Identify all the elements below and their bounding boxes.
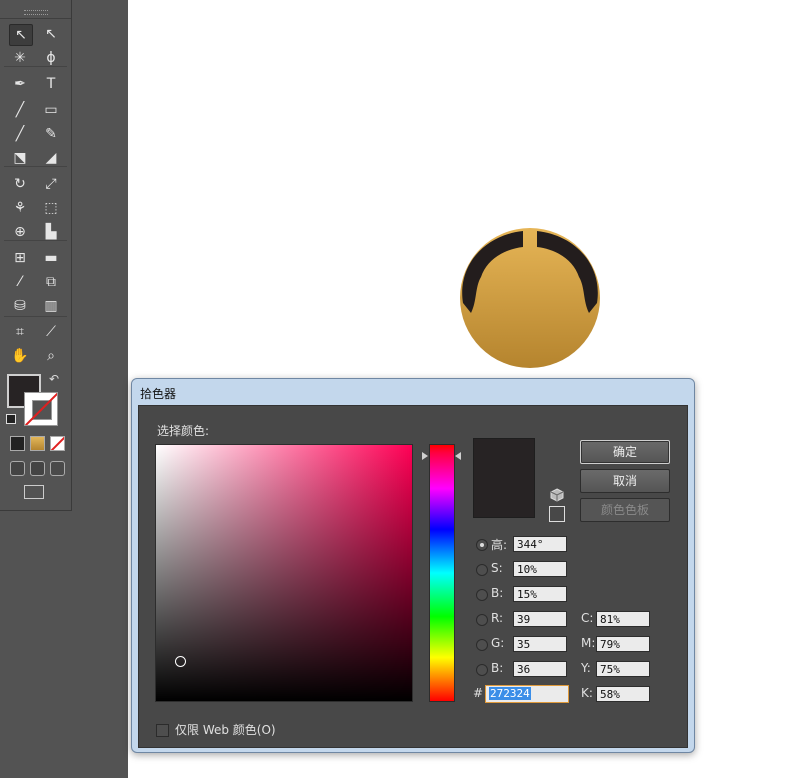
slice-tool[interactable]: ⟋ <box>40 322 62 342</box>
toolbar-separator <box>4 240 67 241</box>
hsb-input-2[interactable]: 15% <box>513 586 567 602</box>
cmyk-input-2[interactable]: 75% <box>596 661 650 677</box>
gradient-tool[interactable]: ▬ <box>40 248 62 268</box>
rgb-input-0[interactable]: 39 <box>513 611 567 627</box>
paintbrush-tool[interactable]: ╱ <box>9 124 31 144</box>
selection-tool[interactable]: ↖ <box>9 24 33 46</box>
rgb-input-1[interactable]: 35 <box>513 636 567 652</box>
pencil-tool[interactable]: ✎ <box>40 124 62 144</box>
hsb-radio-1[interactable] <box>476 564 488 576</box>
color-mode-icon[interactable] <box>10 436 25 451</box>
tools-panel-header[interactable] <box>0 0 71 19</box>
draw-normal-icon[interactable] <box>10 461 25 476</box>
hex-prefix-label: # <box>473 686 484 700</box>
rgb-radio-2[interactable] <box>476 664 488 676</box>
direct-selection-tool[interactable]: ↖ <box>40 24 62 44</box>
hue-slider-left-arrow[interactable] <box>422 452 428 460</box>
pen-tool[interactable]: ✒ <box>9 74 31 94</box>
hex-input[interactable]: 272324 <box>485 685 569 703</box>
hue-slider-right-arrow[interactable] <box>455 452 461 460</box>
web-color-swatch[interactable] <box>549 506 565 522</box>
hsb-label-1: S: <box>491 561 503 575</box>
out-of-web-gamut-icon[interactable] <box>550 488 564 505</box>
screen-mode-icon[interactable] <box>24 485 44 499</box>
lasso-tool[interactable]: ϕ <box>40 48 62 68</box>
toolbar-separator <box>4 66 67 67</box>
rectangle-tool[interactable]: ▭ <box>40 100 62 120</box>
line-tool[interactable]: ╱ <box>9 100 31 120</box>
dialog-body: 选择颜色: 确定 取消 颜色色板 高: 344° S: 10% B: 15% R: 39 G:… <box>138 405 688 748</box>
cancel-button[interactable]: 取消 <box>580 469 670 493</box>
hsb-radio-2[interactable] <box>476 589 488 601</box>
cmyk-label-0: C: <box>581 611 594 625</box>
hsb-label-0: 高: <box>491 538 508 552</box>
stroke-swatch[interactable] <box>24 392 58 426</box>
toolbar-separator <box>4 316 67 317</box>
symbol-sprayer-tool[interactable]: ⛁ <box>9 296 31 316</box>
eraser-tool[interactable]: ◢ <box>40 148 62 168</box>
perspective-grid-tool[interactable]: ▙ <box>40 222 62 242</box>
blob-brush-tool[interactable]: ⬔ <box>9 148 31 168</box>
web-colors-only-label[interactable]: 仅限 Web 颜色(O) <box>175 721 276 738</box>
panel-grip[interactable] <box>24 10 48 15</box>
rgb-radio-1[interactable] <box>476 639 488 651</box>
cmyk-input-1[interactable]: 79% <box>596 636 650 652</box>
gradient-mode-icon[interactable] <box>30 436 45 451</box>
ok-button[interactable]: 确定 <box>580 440 670 464</box>
column-graph-tool[interactable]: ▥ <box>40 296 62 316</box>
rotate-tool[interactable]: ↻ <box>9 174 31 194</box>
hsb-label-2: B: <box>491 586 504 600</box>
eyedropper-tool[interactable]: ⁄ <box>9 272 31 292</box>
rgb-input-2[interactable]: 36 <box>513 661 567 677</box>
workspace-background <box>72 0 128 778</box>
cmyk-label-1: M: <box>581 636 596 650</box>
zoom-tool[interactable]: ⌕ <box>40 346 62 366</box>
cmyk-input-0[interactable]: 81% <box>596 611 650 627</box>
toolbar-separator <box>4 166 67 167</box>
hsb-input-1[interactable]: 10% <box>513 561 567 577</box>
free-transform-tool[interactable]: ⬚ <box>40 198 62 218</box>
rgb-label-1: G: <box>491 636 505 650</box>
blend-tool[interactable]: ⧉ <box>40 272 62 292</box>
hsb-radio-0[interactable] <box>476 539 488 551</box>
color-picker-dialog: 拾色器 选择颜色: 确定 取消 颜色色板 高: 344° S: 10% B: 15% R:… <box>131 378 695 753</box>
artwork-head[interactable] <box>455 225 605 370</box>
select-color-label: 选择颜色: <box>157 424 210 438</box>
color-preview <box>473 438 535 518</box>
type-tool[interactable]: T <box>40 74 62 94</box>
saturation-brightness-field[interactable] <box>155 444 413 702</box>
default-colors-icon[interactable] <box>6 414 16 424</box>
warp-tool[interactable]: ⚘ <box>9 198 31 218</box>
cmyk-label-2: Y: <box>581 661 591 675</box>
rgb-label-0: R: <box>491 611 504 625</box>
rgb-radio-0[interactable] <box>476 614 488 626</box>
hsb-input-0[interactable]: 344° <box>513 536 567 552</box>
color-cursor[interactable] <box>175 656 186 667</box>
color-swatches-button[interactable]: 颜色色板 <box>580 498 670 522</box>
shape-builder-tool[interactable]: ⊕ <box>9 222 31 242</box>
none-mode-icon[interactable] <box>50 436 65 451</box>
web-colors-only-checkbox[interactable] <box>156 724 169 737</box>
cmyk-label-3: K: <box>581 686 593 700</box>
swap-fill-stroke-icon[interactable]: ↶ <box>49 372 59 386</box>
dialog-title[interactable]: 拾色器 <box>140 385 176 402</box>
magic-wand-tool[interactable]: ✳ <box>9 48 31 68</box>
cmyk-input-3[interactable]: 58% <box>596 686 650 702</box>
scale-tool[interactable]: ⤢ <box>40 174 62 194</box>
draw-behind-icon[interactable] <box>30 461 45 476</box>
artboard-tool[interactable]: ⌗ <box>9 322 31 342</box>
hue-slider[interactable] <box>429 444 455 702</box>
rgb-label-2: B: <box>491 661 504 675</box>
hand-tool[interactable]: ✋ <box>9 346 31 366</box>
draw-inside-icon[interactable] <box>50 461 65 476</box>
mesh-tool[interactable]: ⊞ <box>9 248 31 268</box>
